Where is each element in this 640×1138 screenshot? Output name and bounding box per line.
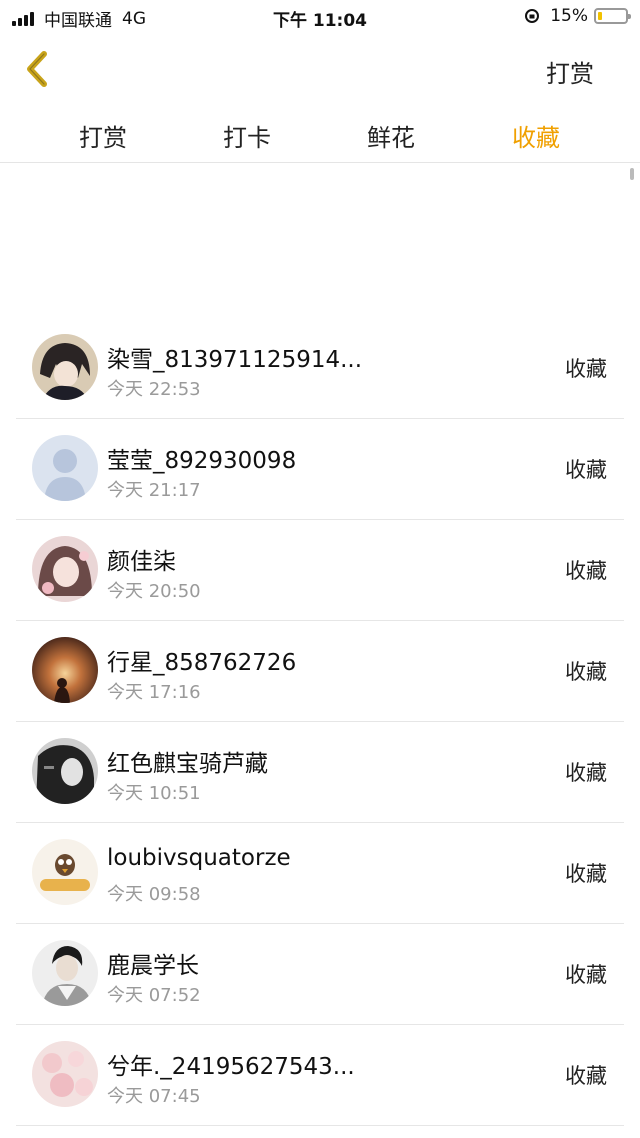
avatar[interactable] [32, 839, 98, 905]
nav-bar: 打赏 [0, 36, 640, 102]
status-right: 15% [524, 6, 631, 26]
action-label: 收藏 [565, 963, 607, 987]
tab-favorites[interactable]: 收藏 [466, 118, 606, 153]
scrollbar[interactable] [630, 168, 634, 180]
tab-flowers[interactable]: 鲜花 [321, 118, 461, 153]
tab-reward[interactable]: 打赏 [33, 118, 173, 153]
battery-icon [594, 8, 631, 24]
avatar[interactable] [32, 940, 98, 1006]
list-item[interactable]: 染雪_813971125914... 今天 22:53 收藏 [16, 318, 624, 419]
list-item[interactable]: 莹莹_892930098 今天 21:17 收藏 [16, 419, 624, 520]
record-time: 今天 22:53 [107, 379, 201, 400]
record-time: 今天 07:45 [107, 1086, 201, 1107]
record-time: 今天 07:52 [107, 985, 201, 1006]
record-time: 今天 20:50 [107, 581, 201, 602]
list-item[interactable]: 颜佳柒 今天 20:50 收藏 [16, 520, 624, 621]
action-label: 收藏 [565, 1064, 607, 1088]
action-label: 收藏 [565, 458, 607, 482]
list-item[interactable]: 红色麒宝骑芦藏 今天 10:51 收藏 [16, 722, 624, 823]
rotation-lock-icon [525, 9, 540, 23]
avatar[interactable] [32, 1041, 98, 1107]
favorites-list: 染雪_813971125914... 今天 22:53 收藏 莹莹_892930… [16, 318, 624, 1126]
back-button[interactable] [20, 46, 60, 96]
record-time: 今天 10:51 [107, 783, 201, 804]
avatar[interactable] [32, 536, 98, 602]
user-name: 兮年._24195627543... [107, 1054, 355, 1080]
user-name: 莹莹_892930098 [107, 448, 297, 474]
user-name: 颜佳柒 [107, 549, 176, 575]
chevron-left-icon [27, 51, 47, 87]
user-name: 鹿晨学长 [107, 953, 199, 979]
battery-fill [598, 12, 602, 20]
avatar[interactable] [32, 637, 98, 703]
tab-bar: 打赏 打卡 鲜花 收藏 [0, 106, 640, 163]
user-name: loubivsquatorze [107, 845, 291, 871]
action-label: 收藏 [565, 660, 607, 684]
action-label: 收藏 [565, 862, 607, 886]
avatar[interactable] [32, 334, 98, 400]
action-label: 收藏 [565, 761, 607, 785]
user-name: 红色麒宝骑芦藏 [107, 751, 268, 777]
list-item[interactable]: loubivsquatorze 今天 09:58 收藏 [16, 823, 624, 924]
list-item[interactable]: 兮年._24195627543... 今天 07:45 收藏 [16, 1025, 624, 1126]
list-item[interactable]: 行星_858762726 今天 17:16 收藏 [16, 621, 624, 722]
record-time: 今天 09:58 [107, 884, 201, 905]
action-label: 收藏 [565, 357, 607, 381]
list-item[interactable]: 鹿晨学长 今天 07:52 收藏 [16, 924, 624, 1025]
record-time: 今天 21:17 [107, 480, 201, 501]
user-name: 行星_858762726 [107, 650, 297, 676]
avatar[interactable] [32, 435, 98, 501]
avatar[interactable] [32, 738, 98, 804]
reward-button[interactable]: 打赏 [546, 54, 594, 89]
action-label: 收藏 [565, 559, 607, 583]
user-name: 染雪_813971125914... [107, 347, 363, 373]
record-time: 今天 17:16 [107, 682, 201, 703]
battery-percent: 15% [550, 6, 588, 26]
tab-checkin[interactable]: 打卡 [177, 118, 317, 153]
status-bar: 中国联通 4G 下午 11:04 15% [0, 0, 640, 34]
